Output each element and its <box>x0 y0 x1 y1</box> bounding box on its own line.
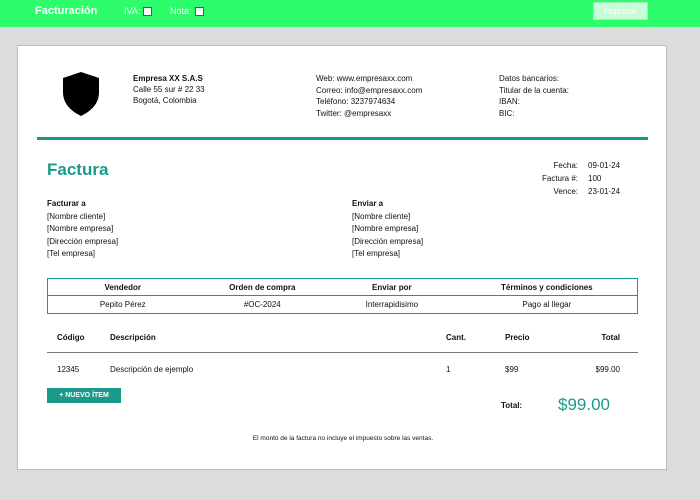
contact-info: Web: www.empresaxx.com Correo: info@empr… <box>316 73 422 119</box>
meta-date-label: Fecha: <box>553 161 578 170</box>
header-seller: Vendedor <box>104 282 141 292</box>
value-ship-via: Interrapidisimo <box>365 300 419 309</box>
top-bar: Facturación IVA: Nota: Imprimir <box>0 0 700 27</box>
table-row[interactable]: 12345 Descripción de ejemplo 1 $99 $99.0… <box>47 363 638 375</box>
total-value: $99.00 <box>558 395 610 414</box>
bill-to-line: [Dirección empresa] <box>47 236 119 246</box>
bank-title: Datos bancarios: <box>499 74 560 83</box>
col-price: Precio <box>505 333 530 342</box>
bill-to-line: [Tel empresa] <box>47 249 96 258</box>
col-description: Descripción <box>110 333 156 342</box>
header-divider <box>37 137 648 140</box>
header-ship-via: Enviar por <box>372 282 412 292</box>
item-qty: 1 <box>446 365 451 374</box>
company-name: Empresa XX S.A.S <box>133 74 203 83</box>
items-table-header: Código Descripción Cant. Precio Total <box>47 331 638 353</box>
meta-due-row: Vence: 23-01-24 <box>523 185 633 198</box>
bill-to-line: [Nombre empresa] <box>47 224 114 233</box>
print-button[interactable]: Imprimir <box>593 2 648 20</box>
app-title: Facturación <box>35 5 98 17</box>
bill-to-heading: Facturar a <box>47 199 86 208</box>
col-qty: Cant. <box>446 333 466 342</box>
meta-date-row: Fecha: 09-01-24 <box>523 159 633 172</box>
contact-twitter: Twitter: @empresaxx <box>316 108 392 118</box>
nota-checkbox[interactable] <box>194 6 204 16</box>
contact-email: Correo: info@empresaxx.com <box>316 85 423 95</box>
meta-number-label: Factura #: <box>541 174 578 183</box>
iva-checkbox[interactable] <box>143 6 153 16</box>
meta-date-value: 09-01-24 <box>588 161 621 170</box>
item-code: 12345 <box>57 365 80 374</box>
bank-holder: Titular de la cuenta: <box>499 85 569 95</box>
ship-to-line: [Dirección empresa] <box>352 236 424 246</box>
item-price: $99 <box>505 365 519 374</box>
bill-to-line: [Nombre cliente] <box>47 211 106 221</box>
meta-due-label: Vence: <box>553 187 578 196</box>
shield-icon <box>63 72 99 116</box>
company-info: Empresa XX S.A.S Calle 55 sur # 22 33 Bo… <box>133 73 205 106</box>
value-terms: Pago al llegar <box>522 300 572 309</box>
nota-toggle[interactable]: Nota: <box>170 6 204 16</box>
bank-bic: BIC: <box>499 108 515 118</box>
nota-label: Nota: <box>170 6 192 16</box>
ship-to-heading: Enviar a <box>352 199 384 208</box>
header-terms: Términos y condiciones <box>501 282 593 292</box>
item-total: $99.00 <box>595 365 620 374</box>
item-description: Descripción de ejemplo <box>110 365 194 374</box>
order-info-values: Pepito Pérez #OC-2024 Interrapidisimo Pa… <box>48 296 637 313</box>
header-purchase-order: Orden de compra <box>229 282 296 292</box>
ship-to-line: [Nombre empresa] <box>352 224 419 233</box>
ship-to-line: [Nombre cliente] <box>352 211 411 221</box>
invoice-title: Factura <box>47 160 109 179</box>
value-seller: Pepito Pérez <box>99 300 146 309</box>
ship-to-block: Enviar a [Nombre cliente] [Nombre empres… <box>352 198 423 261</box>
col-code: Código <box>57 333 85 342</box>
order-info-header: Vendedor Orden de compra Enviar por Térm… <box>48 279 637 296</box>
bank-info: Datos bancarios: Titular de la cuenta: I… <box>499 73 569 119</box>
value-purchase-order: #OC-2024 <box>243 300 281 309</box>
bill-to-block: Facturar a [Nombre cliente] [Nombre empr… <box>47 198 118 261</box>
company-address: Calle 55 sur # 22 33 <box>133 85 205 94</box>
col-total: Total <box>601 333 620 342</box>
company-city: Bogotá, Colombia <box>133 96 197 105</box>
ship-to-line: [Tel empresa] <box>352 249 401 258</box>
bank-iban: IBAN: <box>499 97 520 106</box>
total-label: Total: <box>501 401 523 410</box>
invoice-meta: Fecha: 09-01-24 Factura #: 100 Vence: 23… <box>523 159 633 198</box>
meta-number-row: Factura #: 100 <box>523 172 633 185</box>
iva-toggle[interactable]: IVA: <box>124 6 153 16</box>
meta-number-value: 100 <box>588 174 602 183</box>
tax-footnote: El monto de la factura no incluye el imp… <box>252 435 434 442</box>
iva-label: IVA: <box>124 6 141 16</box>
invoice-sheet: Empresa XX S.A.S Calle 55 sur # 22 33 Bo… <box>17 45 667 470</box>
order-info-table: Vendedor Orden de compra Enviar por Térm… <box>47 278 638 314</box>
contact-phone: Teléfono: 3237974634 <box>316 97 396 106</box>
meta-due-value: 23-01-24 <box>588 187 621 196</box>
add-item-button[interactable]: + NUEVO ÍTEM <box>47 388 121 403</box>
contact-web: Web: www.empresaxx.com <box>316 74 413 83</box>
